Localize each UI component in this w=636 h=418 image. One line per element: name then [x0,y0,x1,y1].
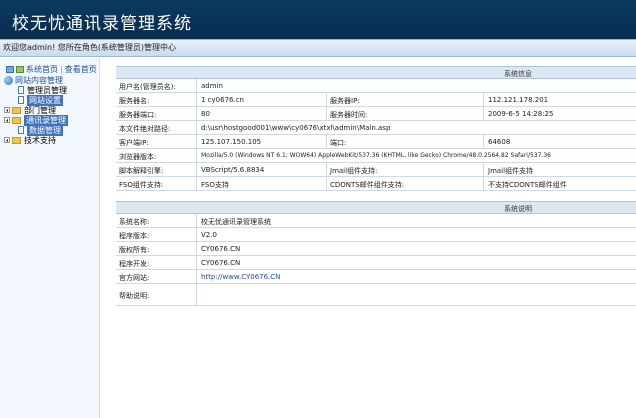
row-label: 用户名(管理员名): [119,83,176,91]
row-label: CDONTS邮件组件支持: [330,181,405,189]
nav-item-support[interactable]: 技术支持 [4,135,56,145]
row-label: 官方网站: [119,274,150,282]
row-value: 1 cy0676.cn [201,96,244,104]
globe-icon [4,75,13,85]
folder-icon [12,116,21,124]
nav-item-site-settings[interactable]: 网站设置 [18,94,63,106]
expand-icon[interactable] [4,137,10,143]
row-label: 程序开发: [119,260,150,268]
server-info-table: 用户名(管理员名): admin 服务器名: 1 cy0676.cn 服务器IP… [116,79,636,191]
app-title: 校无忧通讯录管理系统 [12,14,192,34]
table-row: 脚本解释引擎: VBScript/5.6.8834 Jmail组件支持: Jma… [116,163,636,177]
server-info-header: 系统信息 [116,66,636,79]
nav-item-label: 技术支持 [24,135,56,145]
row-value: CY0676.CN [201,245,241,253]
sidebar: 系统首页 | 查看首页 网站内容管理 管理员管理 网站设置 部门管理 通讯录管理 [0,58,100,418]
table-row: 系统名称: 校无忧通讯录管理系统 [116,214,636,228]
row-value: 校无忧通讯录管理系统 [201,218,271,226]
page-icon [18,86,24,94]
row-value: 64608 [488,138,511,146]
sidebar-toolbar: 系统首页 | 查看首页 [6,64,97,75]
row-value: VBScript/5.6.8834 [201,166,265,174]
table-row: 程序开发: CY0676.CN [116,256,636,270]
row-label: 服务器IP: [330,97,360,105]
table-row: FSO组件支持: FSO支持 CDONTS邮件组件支持: 不支持CDONTS邮件… [116,177,636,191]
row-label: Jmail组件支持: [330,167,378,175]
row-label: 服务器名: [119,97,150,105]
row-value: 2009-6-5 14:28:25 [488,110,554,118]
page-icon [18,126,24,134]
folder-icon [12,106,21,114]
row-label: FSO组件支持: [119,181,164,189]
table-row: 官方网站: http://www.CY0676.CN [116,270,636,284]
system-info-header: 系统说明 [116,201,636,214]
page-icon [18,96,24,104]
table-row: 版权所有: CY0676.CN [116,242,636,256]
row-value: admin [201,82,223,90]
section-heading: 系统信息 [504,70,532,78]
row-value: 80 [201,110,210,118]
folder-icon [12,136,21,144]
nav-item-site-content[interactable]: 网站内容管理 [4,75,63,85]
row-label: 浏览器版本: [119,153,157,161]
row-value: 112.121.178.201 [488,96,549,104]
row-value: FSO支持 [201,181,229,189]
table-row: 帮助说明: [116,284,636,306]
nav-item-contacts[interactable]: 通讯录管理 [4,114,68,126]
table-row: 程序版本: V2.0 [116,228,636,242]
row-label: 端口: [330,139,347,147]
welcome-bar: 欢迎您admin! 您所在角色(系统管理员)管理中心 [0,40,636,57]
row-label: 程序版本: [119,232,150,240]
row-label: 系统名称: [119,218,150,226]
row-label: 客户端IP: [119,139,149,147]
row-value: Mozilla/5.0 (Windows NT 6.1; WOW64) Appl… [201,152,551,159]
row-label: 服务器时间: [330,111,368,119]
nav-item-department[interactable]: 部门管理 [4,105,56,115]
nav-item-data-manage[interactable]: 数据管理 [18,124,63,136]
home-link[interactable]: 系统首页 [26,64,58,75]
row-value: d:\usr\hostgood001\www\cy0676\xtxl\admin… [201,124,391,132]
table-row: 用户名(管理员名): admin [116,79,636,93]
table-row: 浏览器版本: Mozilla/5.0 (Windows NT 6.1; WOW6… [116,149,636,163]
row-value: V2.0 [201,231,217,239]
view-home-link[interactable]: 查看首页 [65,64,97,75]
row-value: Jmail组件支持 [488,167,534,175]
row-label: 帮助说明: [119,292,150,300]
row-label: 脚本解释引擎: [119,167,164,175]
table-row: 服务器端口: 80 服务器时间: 2009-6-5 14:28:25 [116,107,636,121]
row-label: 版权所有: [119,246,150,254]
table-row: 客户端IP: 125.107.150.105 端口: 64608 [116,135,636,149]
welcome-text: 欢迎您admin! 您所在角色(系统管理员)管理中心 [3,43,177,52]
app-header: 校无忧通讯录管理系统 [0,0,636,40]
system-info-table: 系统名称: 校无忧通讯录管理系统 程序版本: V2.0 版权所有: CY0676… [116,214,636,306]
expand-icon[interactable] [4,117,10,123]
row-value: CY0676.CN [201,259,241,267]
section-heading: 系统说明 [504,205,532,213]
row-label: 服务器端口: [119,111,157,119]
table-row: 服务器名: 1 cy0676.cn 服务器IP: 112.121.178.201 [116,93,636,107]
expand-icon[interactable] [4,107,10,113]
home-icon [6,66,14,73]
back-icon [16,66,24,73]
row-value: 不支持CDONTS邮件组件 [488,181,567,189]
main-content: 系统信息 用户名(管理员名): admin 服务器名: 1 cy0676.cn … [116,66,636,306]
nav-item-admin-manage[interactable]: 管理员管理 [18,85,67,95]
table-row: 本文件绝对路径: d:\usr\hostgood001\www\cy0676\x… [116,121,636,135]
row-value: 125.107.150.105 [201,138,262,146]
official-site-link[interactable]: http://www.CY0676.CN [201,273,280,281]
row-label: 本文件绝对路径: [119,125,171,133]
